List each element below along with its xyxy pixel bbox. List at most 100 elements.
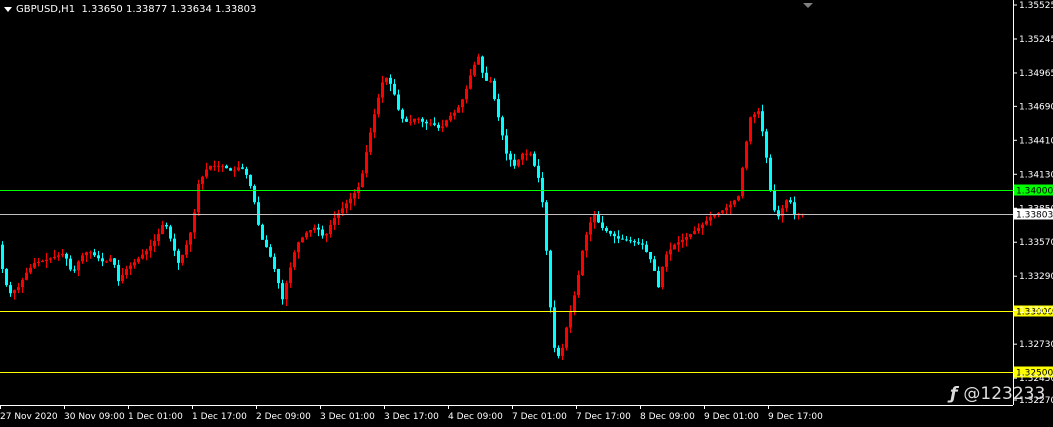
candle-body	[193, 212, 196, 233]
candle-body	[789, 200, 792, 203]
candle-body	[673, 244, 676, 250]
candle-body	[181, 254, 184, 263]
candle-body	[513, 159, 516, 166]
x-tick-label: 27 Nov 2020	[0, 412, 58, 422]
candle-body	[705, 220, 708, 225]
y-tick-label: 1.34965	[1019, 69, 1053, 79]
candle-body	[697, 227, 700, 232]
candle-body	[433, 123, 436, 125]
candle-body	[461, 99, 464, 108]
candle-body	[45, 259, 48, 261]
candle-body	[745, 141, 748, 168]
x-tick-label: 1 Dec 01:00	[128, 412, 183, 422]
candle-body	[273, 256, 276, 269]
candle-body	[73, 269, 76, 271]
candle-body	[545, 202, 548, 251]
y-tick-label: 1.33850	[1019, 204, 1053, 214]
x-tick-label: 9 Dec 17:00	[768, 412, 823, 422]
candle-body	[105, 261, 108, 263]
candle-body	[33, 262, 36, 268]
price-lines-layer: 1.340001.338031.330001.32500	[0, 184, 1053, 379]
candle-body	[677, 242, 680, 245]
candle-body	[685, 237, 688, 240]
x-tick-label: 4 Dec 09:00	[448, 412, 503, 422]
candle-body	[121, 275, 124, 282]
candle-body	[77, 261, 80, 271]
candle-body	[53, 256, 56, 259]
candle-body	[369, 132, 372, 153]
candle-body	[681, 239, 684, 243]
candle-body	[693, 231, 696, 235]
candle-body	[129, 265, 132, 269]
candle-body	[301, 237, 304, 243]
candle-body	[401, 109, 404, 119]
candle-body	[277, 268, 280, 284]
y-tick-label: 1.33010	[1019, 306, 1053, 316]
candle-body	[325, 234, 328, 236]
candle-body	[617, 236, 620, 239]
candle-body	[285, 283, 288, 300]
candle-body	[777, 210, 780, 217]
candle-body	[189, 232, 192, 245]
candle-body	[409, 121, 412, 123]
candle-body	[309, 230, 312, 233]
candle-body	[661, 266, 664, 288]
candle-body	[329, 224, 332, 235]
candle-body	[49, 258, 52, 260]
candle-body	[313, 227, 316, 231]
candle-body	[733, 200, 736, 205]
candle-body	[117, 264, 120, 282]
candle-body	[529, 153, 532, 155]
candle-body	[149, 245, 152, 251]
candle-body	[721, 210, 724, 213]
candle-body	[505, 135, 508, 154]
watermark: ƒ @123233	[950, 384, 1045, 404]
x-tick-label: 3 Dec 17:00	[384, 412, 439, 422]
candle-body	[97, 255, 100, 259]
candle-body	[521, 153, 524, 160]
price-line-label: 1.34000	[1016, 187, 1053, 197]
candle-body	[201, 176, 204, 184]
candle-body	[185, 244, 188, 255]
price-chart[interactable]: 1.340001.338031.330001.32500 1.355251.35…	[0, 0, 1053, 427]
candle-body	[205, 169, 208, 177]
candle-body	[729, 204, 732, 208]
y-tick-label: 1.34690	[1019, 102, 1053, 112]
candle-body	[509, 153, 512, 160]
candle-body	[577, 275, 580, 296]
candle-body	[221, 165, 224, 167]
candle-body	[385, 77, 388, 83]
candle-body	[609, 231, 612, 234]
candle-body	[589, 222, 592, 235]
candle-body	[25, 272, 28, 280]
candle-body	[593, 214, 596, 223]
x-tick-label: 9 Dec 01:00	[704, 412, 759, 422]
candle-body	[333, 217, 336, 225]
candle-body	[649, 251, 652, 260]
y-tick-label: 1.33570	[1019, 238, 1053, 248]
candle-body	[261, 224, 264, 240]
y-tick-label: 1.32730	[1019, 340, 1053, 350]
candle-body	[581, 250, 584, 276]
candle-body	[749, 117, 752, 142]
candle-body	[653, 259, 656, 271]
candle-body	[709, 216, 712, 221]
candle-body	[765, 131, 768, 158]
candle-body	[197, 183, 200, 213]
candle-body	[465, 88, 468, 100]
candle-body	[337, 213, 340, 218]
candle-body	[549, 250, 552, 308]
candle-body	[377, 97, 380, 115]
candle-body	[257, 202, 260, 225]
candle-body	[437, 124, 440, 128]
candle-body	[557, 347, 560, 356]
candle-body	[137, 258, 140, 263]
candle-body	[453, 112, 456, 116]
candle-body	[173, 238, 176, 251]
candle-body	[725, 207, 728, 211]
candle-body	[597, 214, 600, 223]
candle-body	[17, 287, 20, 291]
candle-body	[657, 270, 660, 288]
candle-body	[585, 234, 588, 251]
candle-body	[569, 311, 572, 328]
